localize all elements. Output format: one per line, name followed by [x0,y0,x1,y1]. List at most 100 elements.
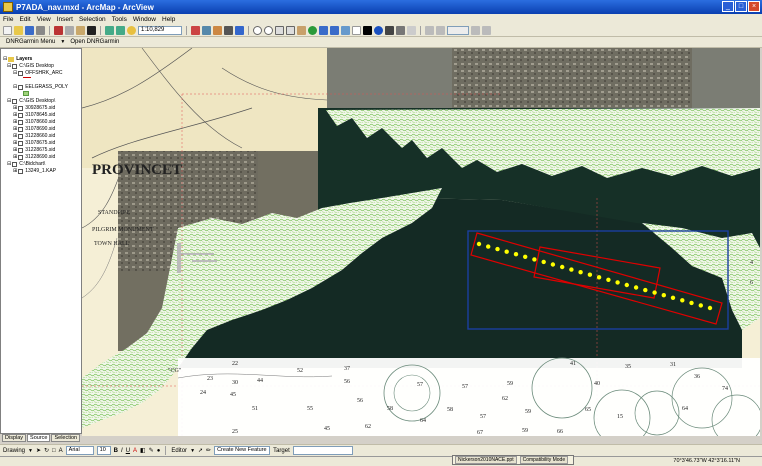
rotate-icon[interactable]: ↻ [44,447,49,454]
delete-icon[interactable] [87,25,96,35]
editor-toolbar-icon[interactable] [191,25,200,35]
fill-color-icon[interactable]: ◧ [140,447,146,454]
toc-layer-eelgrass[interactable]: ⊟ EELGRASS_POLY [13,84,68,90]
drawing-menu[interactable]: Drawing [3,448,25,454]
map-canvas[interactable]: PROVINCET STANDPIPE PILGRIM MONUMENT TOW… [82,48,760,436]
depth-label: 57 [462,384,468,390]
open-dnr-garmin-button[interactable]: Open DNRGarmin [67,39,122,45]
menu-tools[interactable]: Tools [112,16,127,23]
maximize-button[interactable]: □ [735,1,747,12]
checkbox[interactable] [18,70,24,76]
marker-color-icon[interactable]: ● [157,448,161,454]
checkbox[interactable] [18,84,24,90]
select-elements-icon[interactable] [363,25,372,35]
menu-selection[interactable]: Selection [79,16,106,23]
editor-menu[interactable]: Editor [171,448,187,454]
toc-group-3[interactable]: ⊟ C:\Bidchart\ [7,161,45,167]
print-icon[interactable] [36,25,45,35]
toc-sid-2[interactable]: ⊞ 31078645.sid [13,112,55,118]
menu-file[interactable]: File [3,16,13,23]
layout-icon[interactable] [436,25,445,35]
tab-display[interactable]: Display [2,434,27,442]
close-button[interactable]: × [748,1,760,12]
tool-extra-icon-2[interactable] [482,25,491,35]
new-icon[interactable] [3,25,12,35]
paste-icon[interactable] [76,25,85,35]
toc-sid-5[interactable]: ⊞ 31228660.sid [13,133,55,139]
toc-icon[interactable] [202,25,211,35]
task-combo[interactable]: Create New Feature [214,446,271,455]
save-icon[interactable] [25,25,34,35]
underline-button[interactable]: U [126,448,130,454]
identify-icon[interactable] [374,25,383,35]
toc-sid-6[interactable]: ⊞ 31078675.sid [13,140,55,146]
fixed-zoom-in-icon[interactable] [275,25,284,35]
clear-selection-icon[interactable] [352,25,361,35]
arctoolbox-icon[interactable] [213,25,222,35]
depth-label: 62 [365,424,371,430]
rectangle-icon[interactable]: □ [52,448,56,454]
next-extent-icon[interactable] [330,25,339,35]
hyperlink-icon[interactable] [407,25,416,35]
menu-insert[interactable]: Insert [57,16,73,23]
target-combo[interactable] [292,446,353,455]
survey-point [476,241,482,247]
font-combo[interactable]: Arial [65,446,94,455]
redo-icon[interactable] [116,25,125,35]
tab-source[interactable]: Source [27,434,51,442]
toc-sid-8[interactable]: ⊞ 31228690.sid [13,154,55,160]
tab-selection[interactable]: Selection [51,434,81,442]
georef-icon[interactable] [425,25,434,35]
toc-sid-1[interactable]: ⊞ 30928675.sid [13,105,55,111]
toc-sid-3[interactable]: ⊞ 31078660.sid [13,119,55,125]
bold-button[interactable]: B [114,448,118,454]
font-color-icon[interactable]: A [133,448,137,454]
open-folder-icon[interactable] [14,25,23,35]
sketch-tool-icon[interactable]: ✏ [206,447,211,454]
toc-kap[interactable]: ⊞ 13249_1.KAP [13,168,56,174]
checkbox[interactable] [12,98,18,104]
previous-extent-icon[interactable] [319,25,328,35]
zoom-out-icon[interactable] [264,25,273,35]
checkbox[interactable] [12,63,18,69]
zoom-in-icon[interactable] [253,25,262,35]
text-icon[interactable]: A [59,448,63,454]
dnr-garmin-menu[interactable]: DNRGarmin Menu [3,39,58,45]
toc-layer-offshrk[interactable]: ⊟ OFFSHRK_ARC [13,70,62,76]
pan-hand-icon[interactable] [297,25,306,35]
find-icon[interactable] [385,25,394,35]
menu-view[interactable]: View [37,16,51,23]
map-display[interactable]: PROVINCET STANDPIPE PILGRIM MONUMENT TOW… [82,48,760,436]
measure-icon[interactable] [396,25,405,35]
italic-button[interactable]: I [121,448,123,454]
taskbar-item-compat[interactable]: Compatibility Mode [519,456,569,464]
minimize-button[interactable]: _ [722,1,734,12]
menu-window[interactable]: Window [133,16,156,23]
tool-extra-icon[interactable] [471,25,480,35]
depth-label: 15 [617,414,623,420]
cut-icon[interactable] [54,25,63,35]
toc-group-1[interactable]: ⊟ C:\GIS Desktop [7,63,54,69]
toc-layers-root[interactable]: ⊟ Layers [3,56,32,62]
toc-tabs: Display Source Selection [0,434,82,443]
line-color-icon[interactable]: ✎ [149,447,154,454]
layer-combo[interactable] [447,25,469,35]
undo-icon[interactable] [105,25,114,35]
copy-icon[interactable] [65,25,74,35]
menu-help[interactable]: Help [162,16,175,23]
fixed-zoom-out-icon[interactable] [286,25,295,35]
toc-group-2[interactable]: ⊟ C:\GIS Desktop\ [7,98,55,104]
menu-edit[interactable]: Edit [19,16,30,23]
command-line-icon[interactable] [224,25,233,35]
toc-sid-4[interactable]: ⊞ 31078690.sid [13,126,55,132]
toc-sid-7[interactable]: ⊞ 31228675.sid [13,147,55,153]
select-arrow-icon[interactable]: ➤ [36,447,41,454]
edit-tool-icon[interactable]: ➚ [198,447,203,454]
font-size-combo[interactable]: 10 [96,446,111,455]
select-features-icon[interactable] [341,25,350,35]
full-extent-icon[interactable] [308,25,317,35]
map-scale-input[interactable]: 1:10,829 [138,25,182,35]
taskbar-item-ppt[interactable]: Nickerson2010NACE.ppt [455,456,517,464]
help-icon[interactable] [235,25,244,35]
add-data-icon[interactable] [127,25,136,35]
